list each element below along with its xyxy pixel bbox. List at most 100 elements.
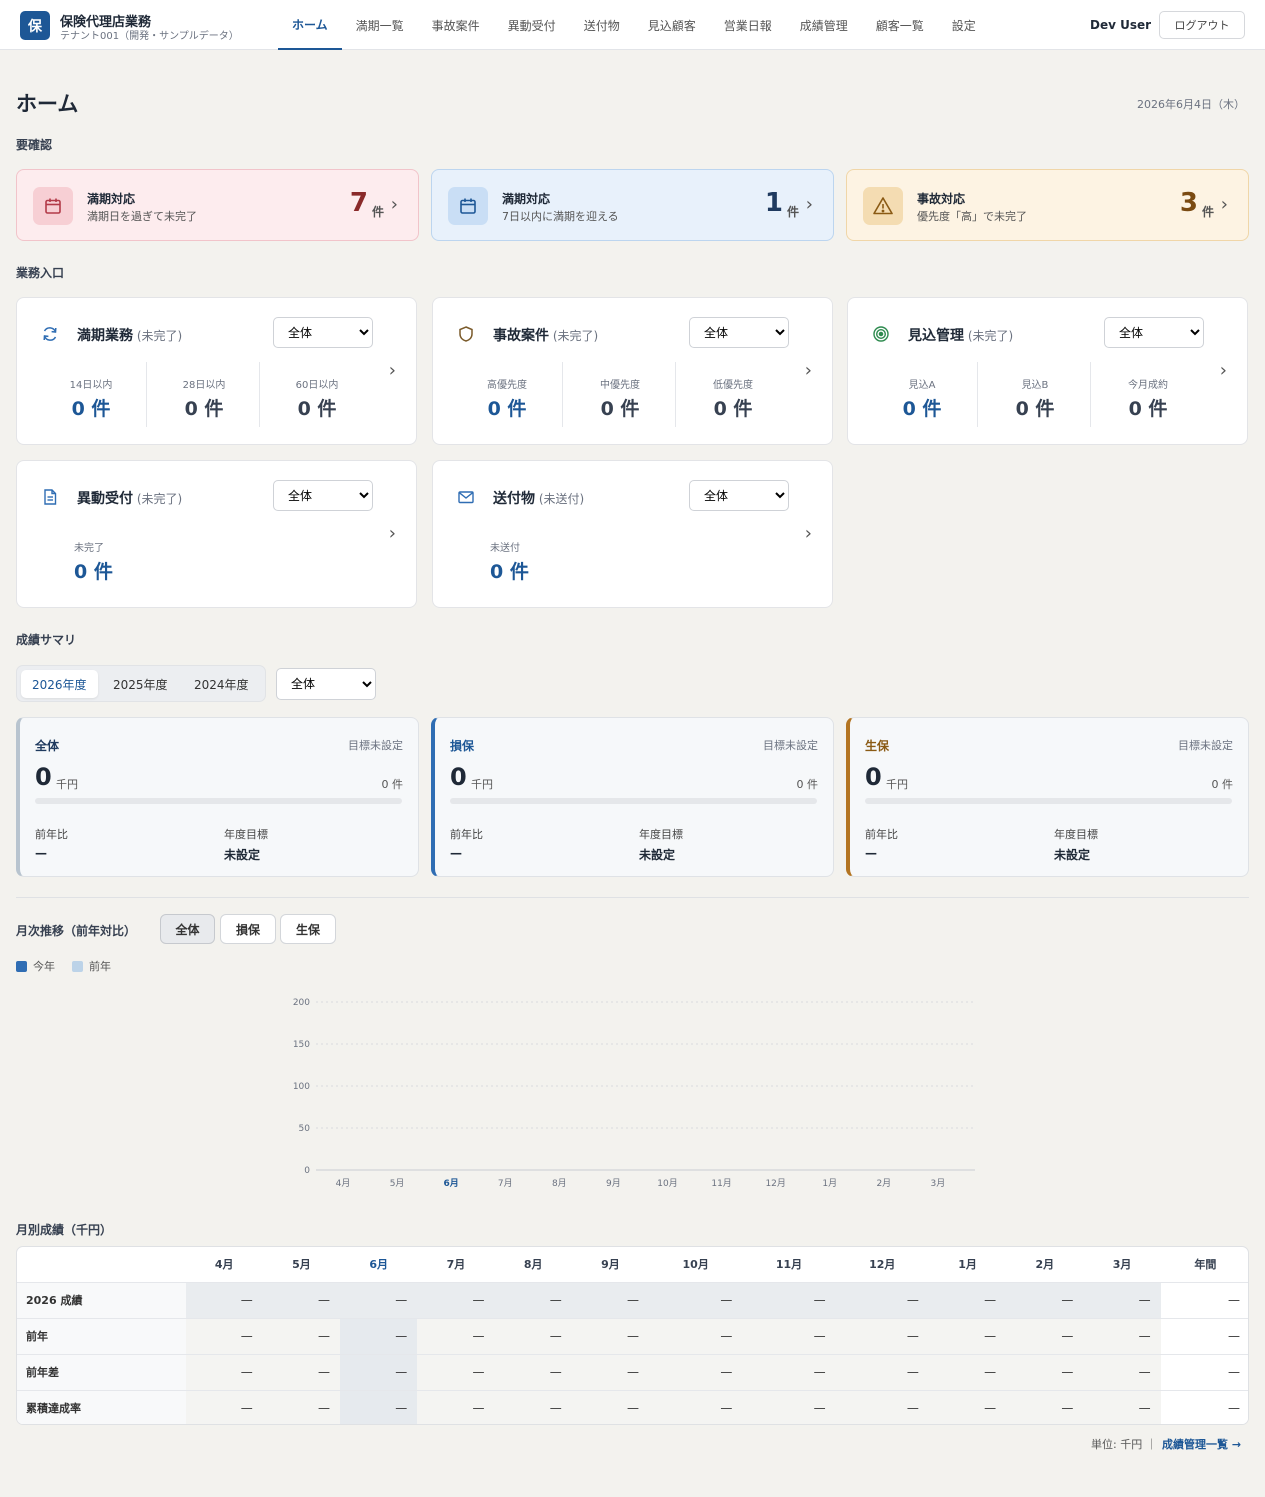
attention-card-1[interactable]: 満期対応 満期日を過ぎて未完了 7 件 › (16, 169, 419, 241)
entry-card-title: 事故案件 (未完了) (493, 325, 598, 345)
chevron-right-icon: › (805, 194, 813, 215)
entry-card-filter-select[interactable]: 全体 (1104, 317, 1204, 348)
entry-metric-value: 0 件 (490, 561, 529, 583)
tab-2025年度[interactable]: 2025年度 (102, 670, 179, 698)
summary-card-name: 生保 (865, 739, 890, 753)
summary-value: 0 (450, 763, 467, 791)
entry-card-subtitle: (未完了) (964, 329, 1014, 343)
entry-metric-label: 高優先度 (487, 380, 527, 391)
logout-button[interactable]: ログアウト (1159, 11, 1245, 39)
entry-card-title: 送付物 (未送付) (493, 488, 584, 508)
entry-card-filter-select[interactable]: 全体 (689, 317, 789, 348)
table-header-cell: 1月 (958, 1258, 977, 1272)
attention-count: 7 (349, 188, 368, 218)
table-cell: — (1160, 1317, 1248, 1354)
attention-card-2[interactable]: 満期対応 7日以内に満期を迎える 1 件 › (431, 169, 834, 241)
document-icon (39, 486, 61, 508)
entry-card-title: 見込管理 (未完了) (908, 325, 1013, 345)
table-row: 2026 成績 — — — — — — — — — — — — — (17, 1281, 1248, 1318)
entry-card-title: 異動受付 (未完了) (77, 488, 182, 508)
table-cell: — (417, 1281, 495, 1318)
entry-card-3[interactable]: 見込管理 (未完了) 全体 › 見込A 0 件 見込B 0 件 今月成約 0 件 (847, 297, 1248, 445)
entry-metric: 見込A 0 件 (866, 376, 978, 421)
filter-button-3[interactable]: 生保 (280, 914, 336, 944)
entry-metric-label: 見込B (1021, 380, 1049, 391)
main-nav: ホーム 満期一覧 事故案件 異動受付 送付物 見込顧客 営業日報 成績管理 顧客一覧 設定 (278, 0, 990, 50)
nav-item-5[interactable]: 見込顧客 (634, 0, 710, 50)
nav-item-6[interactable]: 営業日報 (710, 0, 786, 50)
summary-target-status: 目標未設定 (348, 739, 403, 752)
shield-icon (455, 323, 477, 345)
filter-button-2[interactable]: 損保 (220, 914, 276, 944)
table-cell: — (571, 1353, 650, 1390)
table-cell: — (494, 1317, 572, 1354)
refresh-icon (39, 323, 61, 345)
entry-card-5[interactable]: 送付物 (未送付) 全体 › 未送付 0 件 (432, 460, 833, 608)
entry-card-title-text: 見込管理 (908, 328, 964, 344)
tab-2024年度[interactable]: 2024年度 (183, 670, 260, 698)
metric-divider (146, 362, 147, 427)
entry-card-1[interactable]: 満期業務 (未完了) 全体 › 14日以内 0 件 28日以内 0 件 60日以内 0 件 (16, 297, 417, 445)
filter-button-1[interactable]: 全体 (160, 914, 215, 944)
entry-card-title-text: 送付物 (493, 491, 535, 507)
summary-filter-select[interactable]: 全体 (276, 668, 376, 700)
nav-item-7[interactable]: 成績管理 (786, 0, 862, 50)
entry-metric-value: 0 件 (1015, 398, 1055, 420)
summary-value: 0 (865, 763, 882, 791)
table-cell: — (742, 1281, 836, 1318)
entry-metric: 低優先度 0 件 (677, 376, 789, 421)
progress-bar (35, 798, 402, 804)
yoy-label: 前年比 (35, 828, 68, 841)
nav-item-8[interactable]: 顧客一覧 (862, 0, 938, 50)
attention-card-title: 事故対応 (917, 192, 966, 206)
page-title: ホーム (16, 92, 79, 116)
attention-card-3[interactable]: 事故対応 優先度「高」で未完了 3 件 › (846, 169, 1249, 241)
attention-card-desc: 優先度「高」で未完了 (917, 210, 1027, 223)
table-cell: — (742, 1353, 836, 1390)
nav-item-9[interactable]: 設定 (938, 0, 990, 50)
monthly-section-label: 月次推移（前年対比） (16, 924, 137, 938)
table-header-cell: 6月 (369, 1258, 388, 1272)
entry-card-4[interactable]: 異動受付 (未完了) 全体 › 未完了 0 件 (16, 460, 417, 608)
entry-metric: 60日以内 0 件 (261, 376, 373, 421)
table-cell: — (262, 1353, 341, 1390)
table-cell: — (835, 1389, 929, 1424)
entry-card-filter-select[interactable]: 全体 (689, 480, 789, 511)
table-cell: — (1160, 1281, 1248, 1318)
table-cell: — (185, 1317, 263, 1354)
nav-item-1[interactable]: 満期一覧 (342, 0, 418, 50)
tab-2026年度[interactable]: 2026年度 (21, 670, 98, 698)
nav-item-0[interactable]: ホーム (278, 0, 342, 50)
entry-section-label: 業務入口 (16, 266, 65, 280)
entry-metric-value: 0 件 (1128, 398, 1168, 420)
nav-item-4[interactable]: 送付物 (570, 0, 634, 50)
nav-item-3[interactable]: 異動受付 (494, 0, 570, 50)
table-header-cell: 4月 (214, 1258, 234, 1272)
table-header-cell: 11月 (775, 1258, 803, 1272)
attention-count-unit: 件 (371, 205, 384, 219)
table-cell: — (835, 1281, 929, 1318)
metric-divider (562, 362, 563, 427)
app-logo[interactable]: 保 (20, 11, 50, 40)
nav-item-2[interactable]: 事故案件 (418, 0, 494, 50)
table-cell: — (1083, 1317, 1161, 1354)
entry-card-2[interactable]: 事故案件 (未完了) 全体 › 高優先度 0 件 中優先度 0 件 低優先度 0 件 (432, 297, 833, 445)
top-navbar: 保 保険代理店業務 テナント001（開発・サンプルデータ） ホーム 満期一覧 事故案… (0, 0, 1265, 50)
table-row-label: 2026 成績 (17, 1281, 186, 1318)
table-cell: — (185, 1281, 263, 1318)
entry-card-filter-select[interactable]: 全体 (273, 480, 373, 511)
mail-icon (455, 486, 477, 508)
metric-divider (675, 362, 676, 427)
target-icon (870, 323, 892, 345)
metric-divider (1090, 362, 1091, 427)
results-list-link[interactable]: 成績管理一覧 → (1162, 1436, 1241, 1452)
entry-metric-label: 14日以内 (69, 380, 113, 391)
table-header-cell: 3月 (1112, 1258, 1132, 1272)
entry-metric-value: 0 件 (74, 561, 113, 583)
attention-section-label: 要確認 (16, 138, 53, 152)
table-cell: — (417, 1317, 495, 1354)
entry-metric-label: 低優先度 (713, 380, 753, 391)
entry-card-filter-select[interactable]: 全体 (273, 317, 373, 348)
x-tick-label: 4月 (336, 1178, 351, 1189)
legend-swatch (72, 960, 83, 972)
